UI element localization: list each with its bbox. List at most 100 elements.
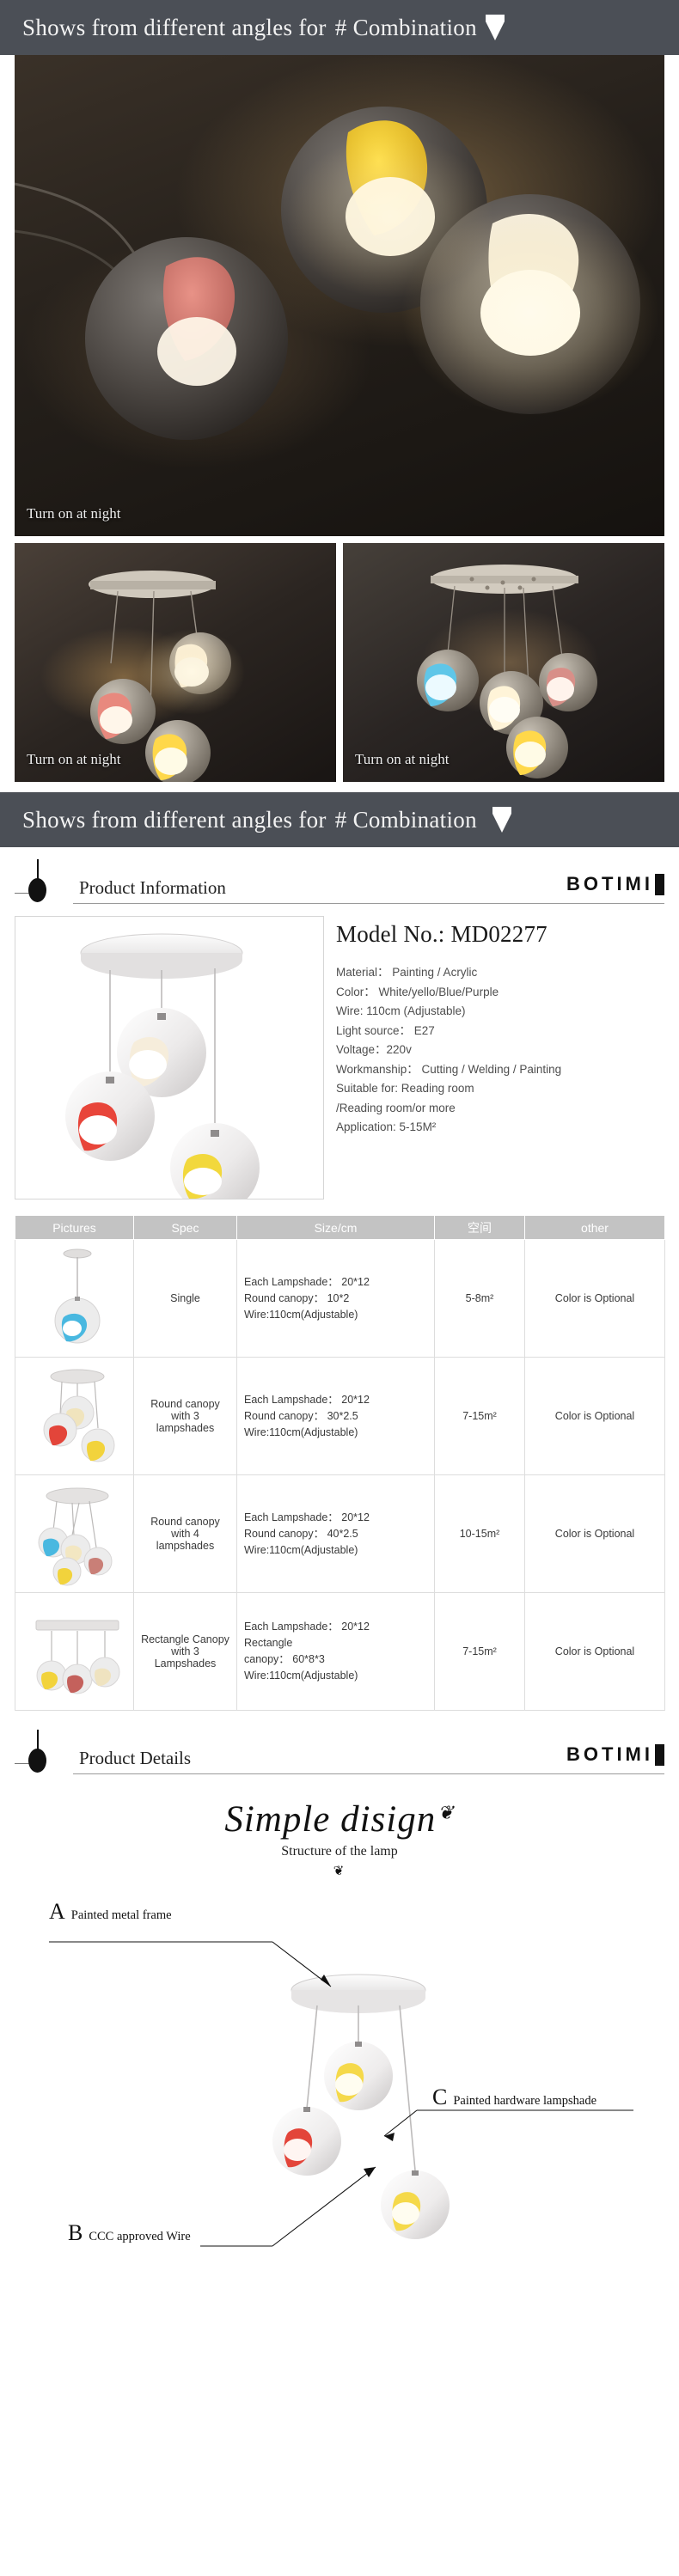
night-photo-right: Turn on at night xyxy=(343,543,664,782)
size-line: Each Lampshade： 20*12 xyxy=(244,1621,370,1633)
size-line: canopy： 60*8*3 xyxy=(244,1653,325,1665)
hero-photo-caption: Turn on at night xyxy=(27,505,121,522)
row-picture-single xyxy=(15,1239,134,1358)
design-heading-block: Simple disign❦ Structure of the lamp ❦ xyxy=(0,1798,679,1878)
annotation-a-letter: A xyxy=(49,1899,65,1924)
hero-lamp-illustration xyxy=(15,107,659,440)
annotation-c-text: Painted hardware lampshade xyxy=(453,2094,597,2108)
photo-pair-row: Turn on at night Turn on at night xyxy=(15,543,664,782)
row-size-single: Each Lampshade： 20*12 Round canopy： 10*2… xyxy=(236,1239,435,1358)
size-line: Round canopy： 10*2 xyxy=(244,1291,350,1304)
annotation-b: B CCC approved Wire xyxy=(68,2220,191,2246)
row-space-single: 5-8m² xyxy=(434,1239,525,1358)
size-line: Wire:110cm(Adjustable) xyxy=(244,1543,358,1556)
design-ornament: ❦ xyxy=(333,1864,346,1878)
row-size-rect3: Each Lampshade： 20*12 Rectangle canopy： … xyxy=(236,1592,435,1711)
row-spec-round4: Round canopy with 4 lampshades xyxy=(133,1474,237,1593)
brand-logo-product-details: BOTIMI xyxy=(566,1743,664,1766)
annotation-a-text: Painted metal frame xyxy=(70,1908,172,1922)
brand-block-icon xyxy=(655,873,664,895)
table-header-space: 空间 xyxy=(434,1215,525,1240)
triangle-mark-icon-bottom xyxy=(492,807,511,833)
row-picture-round4 xyxy=(15,1474,134,1593)
design-script-title: Simple disign❦ xyxy=(0,1798,679,1840)
section-header-product-details: Product Details BOTIMI xyxy=(15,1728,664,1774)
three-pendant-illustration xyxy=(89,571,245,782)
row-spec-single: Single xyxy=(133,1239,237,1358)
table-row: Round canopy with 3 lampshades Each Lamp… xyxy=(15,1357,665,1475)
product-info-row: Model No.: MD02277 Material： Painting / … xyxy=(15,916,664,1199)
row-space-round4: 10-15m² xyxy=(434,1474,525,1593)
row-other-round3: Color is Optional xyxy=(524,1357,665,1475)
spec-workmanship: Workmanship： Cutting / Welding / Paintin… xyxy=(336,1062,562,1076)
header-rule xyxy=(73,903,664,904)
size-line: Wire:110cm(Adjustable) xyxy=(244,1308,358,1321)
spec-wire: Wire: 110cm (Adjustable) xyxy=(336,1004,466,1017)
size-line: Each Lampshade： 20*12 xyxy=(244,1275,370,1288)
annotation-b-letter: B xyxy=(68,2220,83,2245)
table-header-size: Size/cm xyxy=(236,1215,435,1240)
hero-night-photo: Turn on at night xyxy=(15,55,664,536)
structure-lamp-illustration xyxy=(49,1941,633,2247)
design-script-text: Simple disign xyxy=(224,1799,437,1840)
section-title-product-details: Product Details xyxy=(79,1748,192,1768)
size-line: Round canopy： 40*2.5 xyxy=(244,1527,358,1540)
section-title-product-information: Product Information xyxy=(79,877,226,898)
row-other-round4: Color is Optional xyxy=(524,1474,665,1593)
banner-hash-label-bottom: # Combination xyxy=(334,806,477,833)
size-line: Wire:110cm(Adjustable) xyxy=(244,1425,358,1438)
single-pendant-thumbnail-icon xyxy=(54,1248,101,1344)
spec-suitable-for: Suitable for: Reading room xyxy=(336,1082,474,1095)
banner-angles-top: Shows from different angles for # Combina… xyxy=(0,0,679,55)
brand-logo-product-information: BOTIMI xyxy=(566,873,664,895)
banner-title-top: Shows from different angles for # Combina… xyxy=(22,14,477,40)
design-subtitle: Structure of the lamp xyxy=(281,1844,398,1859)
triangle-mark-icon xyxy=(485,15,505,40)
size-line: Each Lampshade： 20*12 xyxy=(244,1393,370,1406)
round-canopy-3-lampshades-thumbnail-icon xyxy=(43,1369,115,1462)
brand-wordmark: BOTIMI xyxy=(566,873,653,894)
banner-hash-label-top: # Combination xyxy=(334,14,477,40)
night-photo-left: Turn on at night xyxy=(15,543,336,782)
annotation-a: A Painted metal frame xyxy=(49,1899,172,1925)
row-space-rect3: 7-15m² xyxy=(434,1592,525,1711)
product-model-number: Model No.: MD02277 xyxy=(336,921,547,947)
size-line: Round canopy： 30*2.5 xyxy=(244,1409,358,1422)
spec-application: Application: 5-15M² xyxy=(336,1120,437,1133)
spec-color: Color： White/yello/Blue/Purple xyxy=(336,985,499,998)
spec-light-source: Light source： E27 xyxy=(336,1023,435,1037)
row-other-rect3: Color is Optional xyxy=(524,1592,665,1711)
spec-material: Material： Painting / Acrylic xyxy=(336,966,478,979)
product-detail-page: Shows from different angles for # Combina… xyxy=(0,0,679,2263)
round-canopy-4-lampshades-thumbnail-icon xyxy=(38,1487,113,1586)
product-three-pendant-illustration xyxy=(65,933,260,1199)
row-spec-rect3: Rectangle Canopy with 3 Lampshades xyxy=(133,1592,237,1711)
size-line: Each Lampshade： 20*12 xyxy=(244,1511,370,1523)
product-spec-column: Model No.: MD02277 Material： Painting / … xyxy=(336,916,664,1199)
header-rule-details xyxy=(73,1773,664,1774)
annotation-c: C Painted hardware lampshade xyxy=(432,2085,596,2110)
rectangle-canopy-3-lampshades-thumbnail-icon xyxy=(35,1620,120,1694)
four-pendant-illustration xyxy=(417,565,597,778)
table-row: Round canopy with 4 lampshades Each Lamp… xyxy=(15,1474,665,1593)
annotation-c-letter: C xyxy=(432,2085,448,2109)
table-header-row: Pictures Spec Size/cm 空间 other xyxy=(15,1215,665,1240)
banner-angles-bottom: Shows from different angles for # Combina… xyxy=(0,792,679,847)
table-row: Rectangle Canopy with 3 Lampshades Each … xyxy=(15,1592,665,1711)
row-spec-round3: Round canopy with 3 lampshades xyxy=(133,1357,237,1475)
spec-voltage: Voltage：220v xyxy=(336,1043,412,1056)
specification-table: Pictures Spec Size/cm 空间 other Single Ea… xyxy=(15,1215,665,1711)
row-picture-round3 xyxy=(15,1357,134,1475)
row-size-round4: Each Lampshade： 20*12 Round canopy： 40*2… xyxy=(236,1474,435,1593)
annotation-b-text: CCC approved Wire xyxy=(89,2230,191,2243)
table-header-spec: Spec xyxy=(133,1215,237,1240)
bulb-icon xyxy=(28,859,46,902)
bulb-icon-details xyxy=(28,1730,46,1773)
row-other-single: Color is Optional xyxy=(524,1239,665,1358)
size-line: Rectangle xyxy=(244,1637,293,1649)
table-header-pictures: Pictures xyxy=(15,1215,134,1240)
right-photo-caption: Turn on at night xyxy=(355,751,450,767)
brand-wordmark-details: BOTIMI xyxy=(566,1743,653,1765)
left-photo-caption: Turn on at night xyxy=(27,751,121,767)
section-header-product-information: Product Information BOTIMI xyxy=(15,858,664,904)
